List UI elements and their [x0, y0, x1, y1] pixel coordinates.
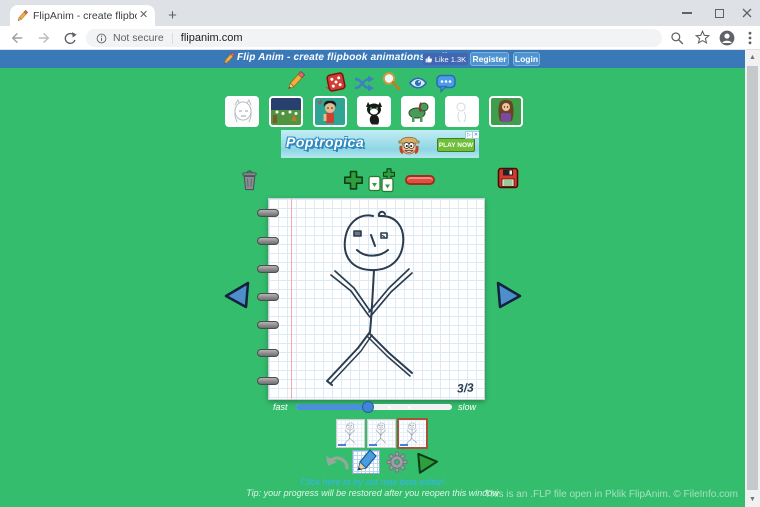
- gallery-thumbnail-6[interactable]: [445, 96, 479, 127]
- window-maximize-button[interactable]: [704, 0, 734, 26]
- login-label: Login: [515, 54, 538, 64]
- ad-brand: Poptropica: [286, 134, 364, 150]
- browser-tab[interactable]: FlipAnim - create flipbook anima ✕: [10, 5, 155, 26]
- frame-thumbnail-1[interactable]: [336, 419, 365, 448]
- address-bar[interactable]: Not secure flipanim.com: [86, 29, 662, 47]
- comments-icon[interactable]: [435, 73, 457, 93]
- beta-editor-link[interactable]: Click here to try out new beta editor!: [0, 477, 745, 487]
- profile-avatar[interactable]: [719, 30, 735, 46]
- ad-character: [397, 132, 421, 156]
- like-label: Like 1.3K: [435, 55, 466, 64]
- pencil-tool-icon[interactable]: [285, 71, 305, 91]
- ad-play-now-button[interactable]: PLAY NOW: [437, 138, 475, 152]
- drawing-canvas[interactable]: 3/3: [268, 198, 485, 400]
- info-icon[interactable]: [96, 33, 107, 44]
- forward-icon[interactable]: [37, 31, 51, 45]
- slider-tick: [408, 406, 411, 409]
- trash-icon[interactable]: [239, 168, 260, 192]
- frame-progress-bar: [369, 444, 377, 446]
- page-scrollbar[interactable]: ▲ ▼: [745, 50, 760, 507]
- gallery-thumbnail-7[interactable]: [489, 96, 523, 127]
- gallery-thumbnail-2[interactable]: [269, 96, 303, 127]
- tab-title: FlipAnim - create flipbook anima: [33, 10, 137, 22]
- stick-figure-drawing: [269, 199, 484, 399]
- frame-thumbnail-3-selected[interactable]: [397, 418, 428, 449]
- tab-close-icon[interactable]: ✕: [139, 10, 148, 21]
- bookmark-star-icon[interactable]: [695, 30, 710, 45]
- address-divider: [172, 33, 173, 44]
- tab-strip: FlipAnim - create flipbook anima ✕ +: [0, 0, 760, 26]
- magnifier-icon[interactable]: [381, 71, 401, 91]
- add-frame-icon[interactable]: [343, 170, 364, 191]
- window-close-button[interactable]: [732, 0, 760, 26]
- save-icon[interactable]: [497, 167, 519, 189]
- next-frame-arrow[interactable]: [494, 280, 524, 310]
- security-label: Not secure: [113, 32, 164, 44]
- login-button[interactable]: Login: [513, 52, 540, 66]
- scroll-down-icon[interactable]: ▼: [745, 492, 760, 507]
- gallery-thumbnail-3[interactable]: [313, 96, 347, 127]
- zoom-icon[interactable]: [670, 31, 684, 45]
- gallery-thumbnail-4[interactable]: [357, 96, 391, 127]
- ad-cta-label: PLAY NOW: [439, 142, 473, 149]
- settings-gear-icon[interactable]: [386, 451, 408, 473]
- slider-tick: [388, 406, 391, 409]
- ad-banner[interactable]: Poptropica PLAY NOW ▷ ✕: [281, 130, 479, 158]
- browser-window: FlipAnim - create flipbook anima ✕ + Not…: [0, 0, 760, 507]
- register-label: Register: [472, 54, 506, 64]
- frame-thumbnail-2[interactable]: [367, 419, 396, 448]
- slow-label: slow: [458, 402, 476, 412]
- watermark-text: This is an .FLP file open in Pklik FlipA…: [485, 489, 738, 500]
- slider-thumb[interactable]: [362, 401, 374, 413]
- reload-icon[interactable]: [63, 31, 77, 45]
- new-tab-button[interactable]: +: [165, 8, 180, 23]
- logo-pencil-icon: [222, 52, 235, 65]
- gallery-thumbnail-1[interactable]: [225, 96, 259, 127]
- frame-progress-bar: [400, 444, 408, 446]
- speed-slider[interactable]: [296, 404, 452, 410]
- slider-fill: [296, 404, 368, 410]
- play-icon[interactable]: [414, 450, 440, 475]
- back-icon[interactable]: [10, 31, 24, 45]
- favicon-pencil-icon: [16, 10, 28, 22]
- ad-close-icon[interactable]: ✕: [472, 131, 479, 139]
- blue-pencil-icon: [357, 449, 379, 473]
- fast-label: fast: [273, 402, 288, 412]
- window-minimize-button[interactable]: [672, 0, 702, 26]
- facebook-like-button[interactable]: Like 1.3K: [423, 53, 468, 65]
- scroll-up-icon[interactable]: ▲: [745, 50, 760, 65]
- page-indicator: 3/3: [457, 380, 475, 395]
- url-text: flipanim.com: [181, 32, 243, 44]
- canvas-edit-button[interactable]: [352, 450, 380, 474]
- undo-icon[interactable]: [324, 452, 350, 472]
- menu-dots-icon[interactable]: [748, 31, 752, 45]
- scrollbar-thumb[interactable]: [747, 66, 758, 490]
- eye-icon[interactable]: [407, 74, 429, 92]
- dice-icon[interactable]: [325, 71, 347, 93]
- thumbs-up-icon: [425, 55, 433, 63]
- gallery-thumbnail-5[interactable]: [401, 96, 435, 127]
- register-button[interactable]: Register: [470, 52, 509, 66]
- shuffle-icon[interactable]: [353, 73, 377, 93]
- previous-frame-arrow[interactable]: [222, 280, 252, 310]
- duplicate-frame-icon[interactable]: [367, 168, 399, 193]
- remove-frame-icon[interactable]: [405, 175, 435, 185]
- close-icon: [742, 8, 752, 18]
- frame-progress-bar: [338, 444, 346, 446]
